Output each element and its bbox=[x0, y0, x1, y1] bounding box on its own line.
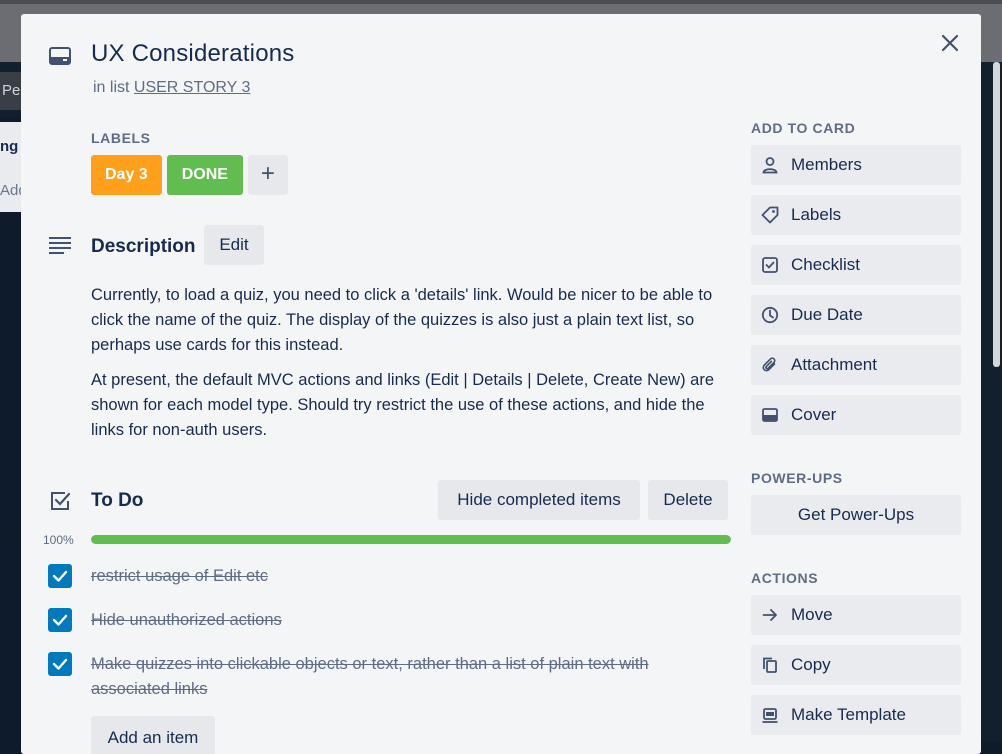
checklist-progress-fill bbox=[91, 535, 731, 544]
checklist-item-text[interactable]: Make quizzes into clickable objects or t… bbox=[91, 652, 711, 702]
clock-icon bbox=[761, 306, 779, 324]
move-button[interactable]: Move bbox=[751, 595, 961, 635]
members-button[interactable]: Members bbox=[751, 145, 961, 185]
checklist-item-checkbox[interactable] bbox=[48, 564, 72, 588]
checkmark-icon bbox=[52, 658, 68, 670]
cover-icon bbox=[762, 408, 778, 422]
arrow-right-icon bbox=[762, 609, 777, 621]
checklist-button[interactable]: Checklist bbox=[751, 245, 961, 285]
due-date-button[interactable]: Due Date bbox=[751, 295, 961, 335]
actions-heading: ACTIONS bbox=[751, 570, 819, 586]
description-icon bbox=[49, 237, 71, 254]
checkmark-icon bbox=[52, 614, 68, 626]
get-power-ups-label: Get Power-Ups bbox=[797, 505, 915, 524]
attachment-button-label: Attachment bbox=[791, 355, 877, 374]
labels-button-label: Labels bbox=[791, 205, 842, 224]
cover-button[interactable]: Cover bbox=[751, 395, 961, 435]
add-label-button[interactable]: + bbox=[247, 155, 288, 195]
add-checklist-item-button[interactable]: Add an item bbox=[91, 716, 215, 754]
card-detail-modal: UX Considerations in list USER STORY 3 L… bbox=[21, 14, 981, 754]
description-body[interactable]: Currently, to load a quiz, you need to c… bbox=[91, 283, 736, 453]
description-paragraph: Currently, to load a quiz, you need to c… bbox=[91, 286, 713, 354]
due-date-button-label: Due Date bbox=[791, 305, 863, 324]
list-name-link[interactable]: USER STORY 3 bbox=[134, 79, 251, 96]
edit-description-button[interactable]: Edit bbox=[204, 225, 264, 265]
close-icon[interactable] bbox=[937, 30, 963, 56]
checklist-progress-bar bbox=[91, 535, 731, 544]
delete-checklist-button[interactable]: Delete bbox=[648, 480, 728, 520]
hide-completed-items-button[interactable]: Hide completed items bbox=[438, 480, 640, 520]
close-button[interactable] bbox=[937, 30, 963, 56]
description-paragraph: At present, the default MVC actions and … bbox=[91, 371, 715, 439]
attachment-button[interactable]: Attachment bbox=[751, 345, 961, 385]
copy-button-label: Copy bbox=[791, 655, 831, 674]
checklist-icon bbox=[51, 492, 71, 510]
labels-heading: LABELS bbox=[91, 130, 151, 146]
checklist-item: Hide unauthorized actions bbox=[21, 608, 731, 633]
labels-list: Day 3 DONE + bbox=[91, 155, 288, 195]
power-ups-heading: POWER-UPS bbox=[751, 470, 843, 486]
get-power-ups-button[interactable]: Get Power-Ups bbox=[751, 495, 961, 535]
tag-icon bbox=[761, 206, 779, 224]
checklist-item-checkbox[interactable] bbox=[48, 652, 72, 676]
add-to-card-heading: ADD TO CARD bbox=[751, 120, 856, 136]
card-list-info: in list USER STORY 3 bbox=[93, 79, 250, 97]
checklist-item-text[interactable]: Hide unauthorized actions bbox=[91, 608, 711, 633]
paperclip-icon bbox=[762, 357, 776, 372]
description-heading: Description bbox=[91, 236, 196, 257]
checkmark-icon bbox=[52, 570, 68, 582]
checklist-item: Make quizzes into clickable objects or t… bbox=[21, 652, 731, 702]
label-done[interactable]: DONE bbox=[166, 155, 243, 195]
move-button-label: Move bbox=[791, 605, 833, 624]
members-button-label: Members bbox=[791, 155, 862, 174]
checklist-item-checkbox[interactable] bbox=[48, 608, 72, 632]
checklist-progress-percent: 100% bbox=[43, 533, 74, 547]
card-title[interactable]: UX Considerations bbox=[91, 40, 295, 68]
labels-button[interactable]: Labels bbox=[751, 195, 961, 235]
template-icon bbox=[762, 708, 778, 723]
copy-button[interactable]: Copy bbox=[751, 645, 961, 685]
board-scrollbar[interactable] bbox=[993, 62, 1000, 367]
checklist-item-text[interactable]: restrict usage of Edit etc bbox=[91, 564, 711, 589]
cover-button-label: Cover bbox=[791, 405, 837, 424]
person-icon bbox=[762, 157, 778, 174]
make-template-button[interactable]: Make Template bbox=[751, 695, 961, 735]
label-day-3[interactable]: Day 3 bbox=[91, 155, 162, 195]
make-template-button-label: Make Template bbox=[791, 705, 906, 724]
checklist-button-label: Checklist bbox=[791, 255, 860, 274]
board-list-title: ng bbox=[0, 138, 19, 155]
in-list-prefix: in list bbox=[93, 79, 130, 96]
checklist-heading: To Do bbox=[91, 490, 144, 511]
copy-icon bbox=[763, 657, 777, 673]
card-icon bbox=[49, 47, 71, 65]
checkbox-icon bbox=[762, 257, 778, 273]
checklist-item: restrict usage of Edit etc bbox=[21, 563, 731, 588]
